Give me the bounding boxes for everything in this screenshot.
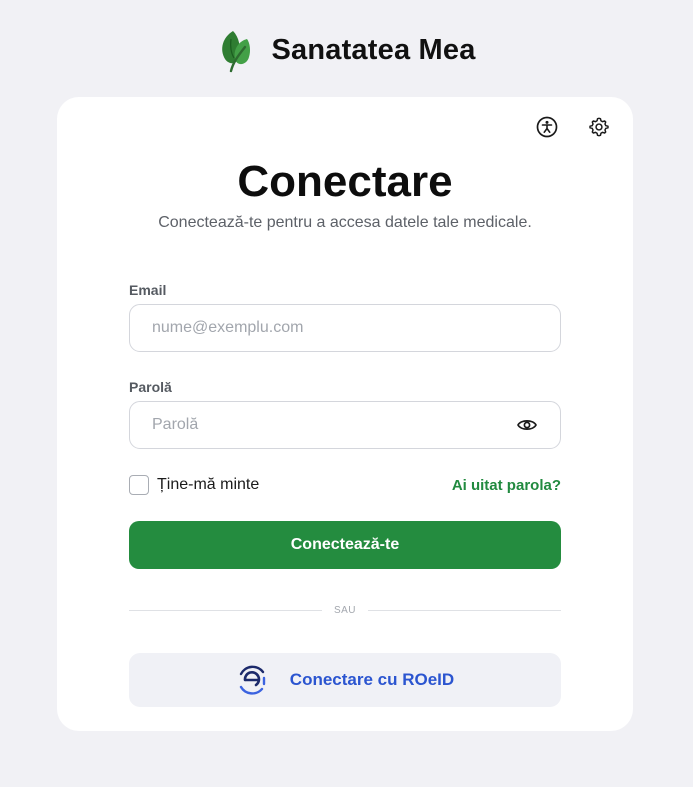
roeid-label: Conectare cu ROeID: [289, 670, 455, 689]
divider: SAU: [129, 603, 561, 617]
eye-icon[interactable]: [516, 414, 538, 436]
email-field[interactable]: [129, 304, 561, 352]
page-subtitle: Conectează-te pentru a accesa datele tal…: [158, 214, 532, 231]
accessibility-icon[interactable]: [535, 115, 559, 139]
password-label: Parolă: [129, 379, 172, 395]
divider-line-right: [368, 609, 561, 611]
email-label: Email: [129, 282, 167, 298]
roeid-login-button[interactable]: Conectare cu ROeID: [129, 653, 561, 707]
login-card: Conectare Conectează-te pentru a accesa …: [57, 97, 633, 731]
forgot-password-link[interactable]: Ai uitat parola?: [452, 477, 561, 494]
header-actions: [535, 115, 611, 139]
password-field[interactable]: [129, 401, 561, 449]
brand-name: Sanatatea Mea: [271, 33, 476, 66]
remember-me-checkbox[interactable]: [129, 475, 149, 495]
roeid-logo-icon: [239, 665, 265, 695]
gear-icon[interactable]: [587, 115, 611, 139]
password-input[interactable]: [152, 416, 508, 434]
email-input[interactable]: [152, 319, 538, 337]
login-button[interactable]: Conectează-te: [129, 521, 561, 569]
divider-line-left: [129, 609, 322, 611]
remember-me[interactable]: Ține-mă minte: [129, 475, 259, 495]
remember-me-label: Ține-mă minte: [157, 476, 260, 493]
page-title: Conectare: [237, 157, 453, 206]
divider-text: SAU: [333, 604, 357, 616]
leaf-logo-icon: [222, 31, 251, 73]
brand-header: Sanatatea Mea: [0, 26, 693, 74]
